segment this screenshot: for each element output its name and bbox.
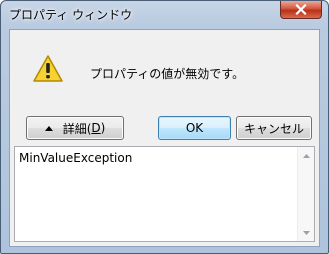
scroll-up-arrow-icon	[302, 153, 310, 158]
close-icon	[295, 4, 307, 15]
details-label-suffix: )	[100, 121, 106, 135]
chevron-up-icon	[44, 125, 53, 131]
window-title: プロパティ ウィンドウ	[9, 8, 133, 22]
details-button[interactable]: 詳細(D)	[26, 116, 124, 140]
details-text: MinValueException	[19, 151, 133, 165]
scroll-down-button[interactable]	[298, 224, 314, 241]
cancel-button[interactable]: キャンセル	[236, 116, 312, 140]
ok-label: OK	[185, 121, 204, 135]
scroll-down-arrow-icon	[302, 230, 310, 235]
dialog-window: プロパティ ウィンドウ プロパティの値が無効です。 詳細(D) OK キャンセル	[0, 0, 329, 254]
ok-button[interactable]: OK	[158, 116, 231, 140]
error-message: プロパティの値が無効です。	[90, 67, 245, 81]
details-label-prefix: 詳細(	[62, 121, 92, 136]
scroll-up-button[interactable]	[298, 147, 314, 164]
close-button[interactable]	[280, 1, 322, 19]
title-bar[interactable]: プロパティ ウィンドウ	[1, 1, 328, 27]
cancel-label: キャンセル	[243, 121, 304, 136]
dialog-body: プロパティの値が無効です。 詳細(D) OK キャンセル MinValueExc…	[9, 29, 320, 247]
warning-icon	[33, 55, 63, 82]
details-label-mnemonic: D	[91, 121, 101, 135]
details-textbox[interactable]: MinValueException	[14, 146, 315, 242]
vertical-scrollbar[interactable]	[297, 147, 314, 241]
